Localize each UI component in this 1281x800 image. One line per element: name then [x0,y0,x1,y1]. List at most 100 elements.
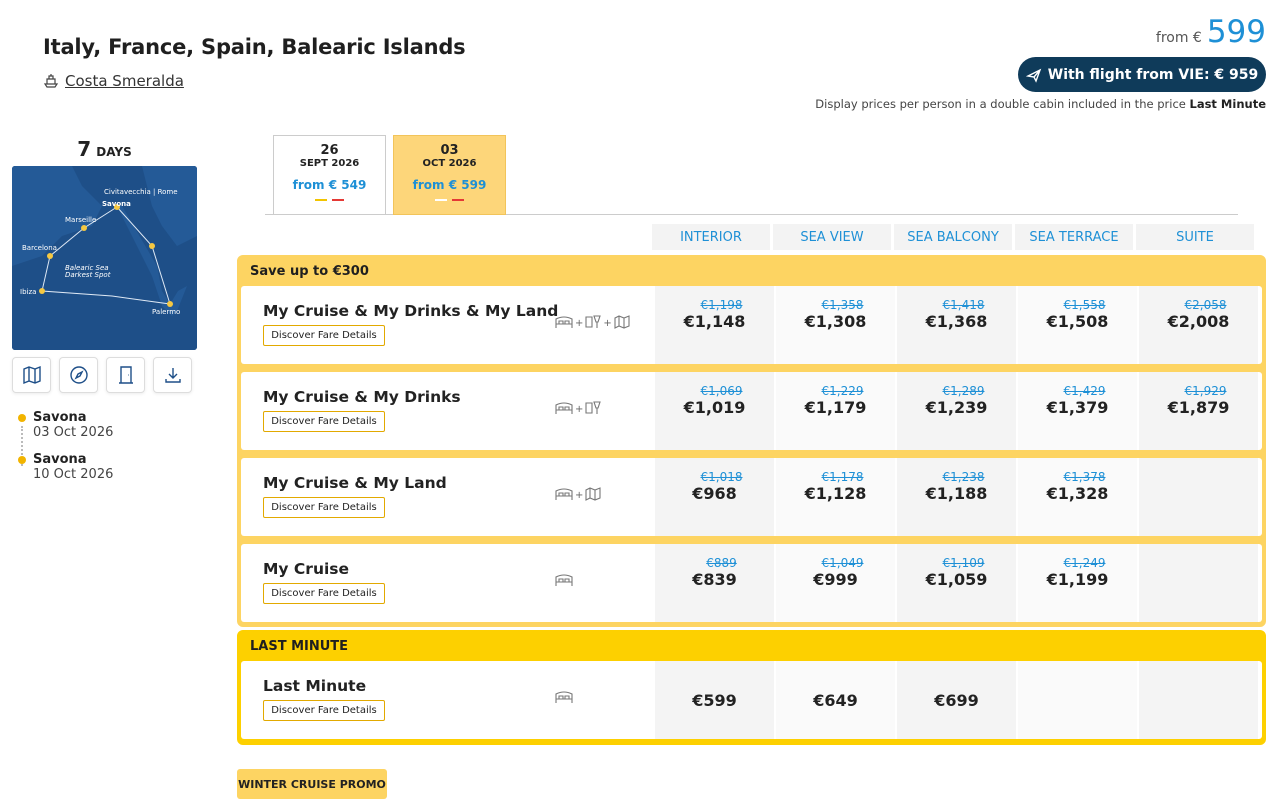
date-tab-selected[interactable]: 03 OCT 2026 from € 599 [393,135,506,215]
ship-name[interactable]: Costa Smeralda [65,72,184,90]
stop-dot-icon [18,414,26,422]
price-cell[interactable]: €1,109 €1,059 [897,544,1016,622]
original-price: €1,198 [700,298,743,312]
price-cell[interactable]: €1,178 €1,128 [776,458,895,536]
discounted-price: €1,879 [1167,398,1230,417]
fare-row: My Cruise & My Drinks Discover Fare Detai… [241,372,1262,450]
promo-badge[interactable]: WINTER CRUISE PROMO [237,769,387,799]
price-cell[interactable]: €1,229 €1,179 [776,372,895,450]
original-price: €1,418 [942,298,985,312]
discover-fare-details-button[interactable]: Discover Fare Details [263,583,385,604]
cabin-header-suite: SUITE [1136,224,1254,250]
discounted-price: €2,008 [1167,312,1230,331]
stop-dot-icon [18,456,26,464]
date-tab-markers [274,199,385,201]
stop-date: 10 Oct 2026 [33,467,114,482]
price-cell[interactable]: €1,069 €1,019 [655,372,774,450]
discounted-price: €1,508 [1046,312,1109,331]
price-value: €699 [934,691,979,710]
price-cell[interactable]: €889 €839 [655,544,774,622]
itinerary: Savona 03 Oct 2026 Savona 10 Oct 2026 [18,410,113,494]
cabin-header-interior: INTERIOR [652,224,770,250]
fare-row: Last Minute Discover Fare Details €599 €649… [241,661,1262,739]
original-price: €1,929 [1184,384,1227,398]
door-icon [118,366,133,384]
flight-button-label: With flight from VIE: € 959 [1047,66,1259,83]
map-label-marseille: Marseille [65,216,96,224]
price-note-bold: Last Minute [1189,97,1267,111]
discounted-price: €1,368 [925,312,988,331]
discounted-price: €1,019 [683,398,746,417]
discounted-price: €1,328 [1046,484,1109,503]
map-label-ibiza: Ibiza [20,288,36,296]
discounted-price: €999 [813,570,858,589]
price-cell[interactable]: €1,558 €1,508 [1018,286,1137,364]
original-price: €1,109 [942,556,985,570]
date-tab[interactable]: 26 SEPT 2026 from € 549 [273,135,386,215]
land-icon [614,315,630,332]
price-cell[interactable]: €1,378 €1,328 [1018,458,1137,536]
discover-fare-details-button[interactable]: Discover Fare Details [263,411,385,432]
price-cell[interactable]: €649 [776,661,895,739]
map-button[interactable] [12,357,51,393]
stop-date: 03 Oct 2026 [33,425,114,440]
plus-icon: + [603,318,612,329]
price-cell[interactable]: €1,289 €1,239 [897,372,1016,450]
original-price: €1,558 [1063,298,1106,312]
discover-fare-details-button[interactable]: Discover Fare Details [263,325,385,346]
discover-fare-details-button[interactable]: Discover Fare Details [263,497,385,518]
price-cell [1139,544,1258,622]
fare-name: Last Minute [263,677,367,695]
map-label-savona: Savona [102,200,131,208]
price-cell[interactable]: €1,429 €1,379 [1018,372,1137,450]
date-tab-month: SEPT 2026 [299,158,360,169]
price-cell[interactable]: €1,018 €968 [655,458,774,536]
discounted-price: €1,128 [804,484,867,503]
land-icon [585,487,601,504]
price-cell[interactable]: €1,238 €1,188 [897,458,1016,536]
discounted-price: €839 [692,570,737,589]
price-cell[interactable]: €1,358 €1,308 [776,286,895,364]
compass-button[interactable] [59,357,98,393]
discover-fare-details-button[interactable]: Discover Fare Details [263,700,385,721]
price-cell[interactable]: €599 [655,661,774,739]
price-cell[interactable]: €1,198 €1,148 [655,286,774,364]
flight-price-button[interactable]: With flight from VIE: € 959 [1018,57,1266,92]
price-cell[interactable]: €1,249 €1,199 [1018,544,1137,622]
discounted-price: €1,199 [1046,570,1109,589]
price-cell [1018,661,1137,739]
itinerary-stop: Savona 10 Oct 2026 [18,452,113,482]
from-price-value: 599 [1206,14,1266,50]
fare-inclusions [555,690,573,707]
cabin-button[interactable] [106,357,145,393]
price-cell[interactable]: €2,058 €2,008 [1139,286,1258,364]
duration: 7 DAYS [12,137,197,161]
from-label: from € [1155,30,1202,46]
fare-inclusions: + [555,487,601,504]
last-minute-group: LAST MINUTE Last Minute Discover Fare Det… [237,630,1266,745]
stop-port: Savona [33,410,87,425]
price-cell[interactable]: €699 [897,661,1016,739]
stop-port: Savona [33,452,87,467]
date-tab-day: 03 [440,143,459,158]
price-note-text: Display prices per person in a double ca… [815,97,1186,111]
download-button[interactable] [153,357,192,393]
ship-link[interactable]: Costa Smeralda [43,72,184,90]
price-cell[interactable]: €1,929 €1,879 [1139,372,1258,450]
cabin-icon [555,690,573,707]
download-icon [164,368,181,383]
cruise-title: Italy, France, Spain, Balearic Islands [43,35,466,59]
itinerary-stop: Savona 03 Oct 2026 [18,410,113,440]
price-cell[interactable]: €1,049 €999 [776,544,895,622]
fare-inclusions [555,573,573,590]
discounted-price: €1,148 [683,312,746,331]
cabin-icon [555,487,573,504]
price-cell [1139,661,1258,739]
original-price: €1,049 [821,556,864,570]
map-label-civitavecchia: Civitavecchia | Rome [104,188,178,196]
fare-row: My Cruise & My Drinks & My Land Discover … [241,286,1262,364]
plus-icon: + [575,490,584,501]
route-map[interactable]: Civitavecchia | Rome Savona Marseille Ba… [12,166,197,350]
price-cell[interactable]: €1,418 €1,368 [897,286,1016,364]
cabin-header-sea-terrace: SEA TERRACE [1015,224,1133,250]
